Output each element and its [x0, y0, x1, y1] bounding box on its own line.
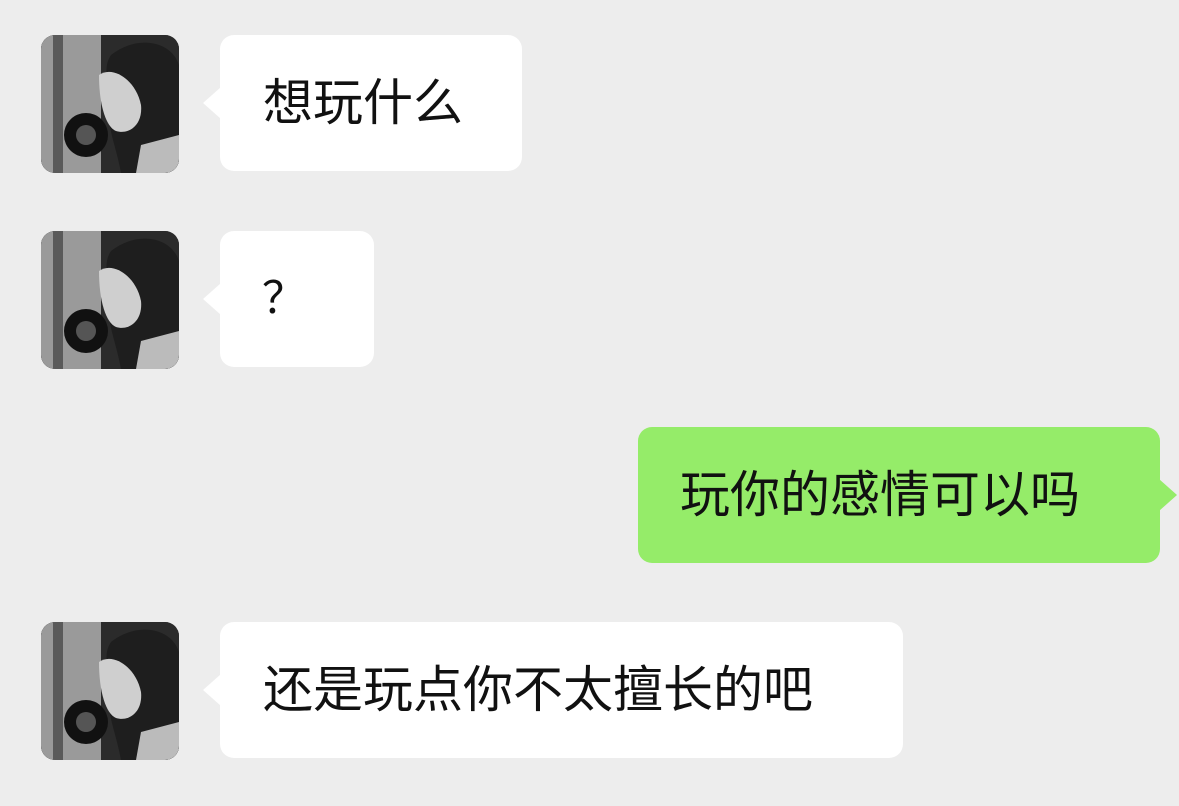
bubble-tail [203, 283, 221, 315]
message-text: 想玩什么 [263, 74, 463, 132]
avatar-photo-icon [41, 35, 179, 173]
contact-avatar[interactable] [41, 622, 179, 760]
bubble-tail [1159, 479, 1177, 511]
message-text: 玩你的感情可以吗 [680, 466, 1080, 524]
chat-view: 想玩什么 ？ 玩你的感情可以吗 还是玩点你不太擅长的吧 [0, 0, 1179, 806]
message-bubble[interactable]: ？ [203, 231, 374, 367]
contact-avatar[interactable] [41, 231, 179, 369]
message-bubble-self[interactable]: 玩你的感情可以吗 [638, 427, 1177, 563]
message-bubble[interactable]: 还是玩点你不太擅长的吧 [203, 622, 903, 758]
bubble-tail [203, 674, 221, 706]
contact-avatar[interactable] [41, 35, 179, 173]
message-text: ？ [262, 273, 306, 324]
message-bubble[interactable]: 想玩什么 [203, 35, 522, 171]
avatar-photo-icon [41, 622, 179, 760]
avatar-photo-icon [41, 231, 179, 369]
message-text: 还是玩点你不太擅长的吧 [263, 661, 813, 719]
bubble-tail [203, 87, 221, 119]
